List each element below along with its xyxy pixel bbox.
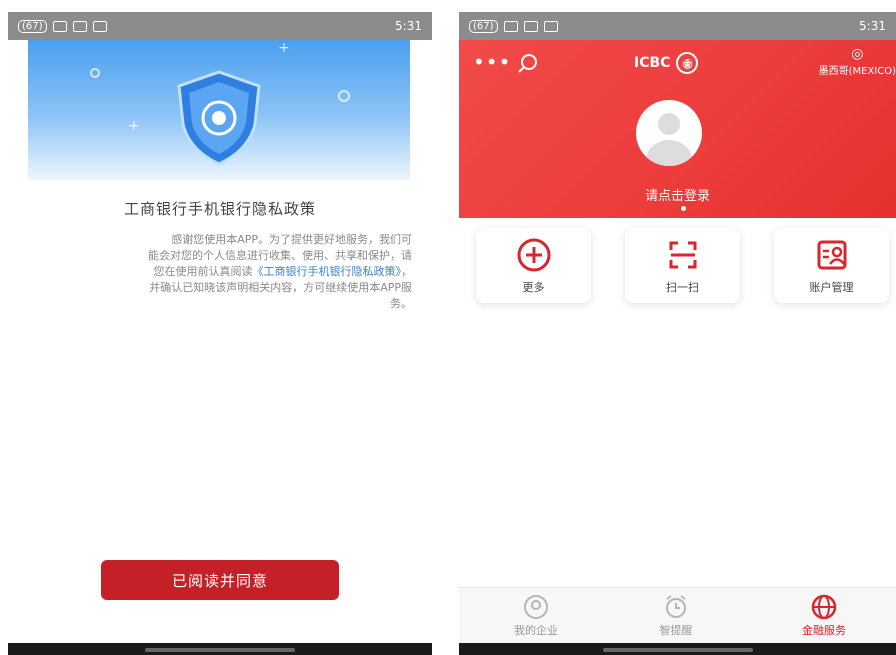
login-prompt[interactable]: 请点击登录 <box>459 185 896 204</box>
decor-plus: + <box>278 40 290 56</box>
decor-dot <box>90 68 100 78</box>
privacy-line: 务。 <box>390 297 412 310</box>
icbc-logo: ICBC ㊎ <box>634 52 699 74</box>
privacy-title: 工商银行手机银行隐私政策 <box>123 200 316 218</box>
privacy-line: 并确认已知晓该声明相关内容，方可继续使用本APP服 <box>149 281 412 294</box>
alarm-icon <box>666 595 686 618</box>
scan-icon <box>669 241 696 268</box>
location-pin-icon: ◎ <box>851 46 864 62</box>
decor-dot <box>338 90 350 102</box>
tab-smart-reminder[interactable]: 智提醒 <box>631 594 721 638</box>
avatar-body <box>646 140 692 166</box>
status-bar: (67) 5:31 <box>8 12 432 40</box>
account-manage-icon <box>817 240 846 269</box>
status-time: 5:31 <box>395 19 422 33</box>
privacy-policy-link[interactable]: 《工商银行手机银行隐私政策》 <box>253 265 402 278</box>
home-indicator[interactable] <box>602 648 753 652</box>
status-time: 5:31 <box>859 19 886 33</box>
tab-my-enterprise[interactable]: 我的企业 <box>491 594 581 638</box>
signal-icon <box>52 20 67 32</box>
privacy-line-prefix: 您在使用前认真阅读 <box>153 265 253 278</box>
account-header: ••• ICBC ㊎ ◎ 墨西哥(MEXICO) 请点击登录 <box>459 40 896 218</box>
status-bar: (67) 5:31 <box>459 12 896 40</box>
logo-badge-icon: ㊎ <box>676 52 699 74</box>
tab-financial-services[interactable]: 金融服务 <box>779 594 869 638</box>
status-icons: (67) <box>18 19 107 33</box>
quick-actions: 更多 扫一扫 账户管理 <box>459 228 896 303</box>
logo-text: ICBC <box>634 55 671 71</box>
alarm-status-icon <box>543 20 558 32</box>
tab-label: 智提醒 <box>659 624 693 637</box>
pager-dot <box>681 206 686 211</box>
tab-label: 金融服务 <box>802 624 846 637</box>
shield-icon <box>173 68 265 168</box>
quick-action-label: 账户管理 <box>809 280 854 294</box>
privacy-body: 感谢您使用本APP。为了提供更好地服务，我们可 能会对您的个人信息进行收集、使用… <box>28 232 412 312</box>
quick-action-label: 扫一扫 <box>666 280 699 294</box>
home-indicator[interactable] <box>145 648 295 652</box>
search-icon[interactable] <box>517 52 539 74</box>
status-icons: (67) <box>469 19 558 33</box>
alarm-status-icon <box>92 20 107 32</box>
quick-action-more[interactable]: 更多 <box>476 228 591 303</box>
user-circle-icon <box>524 595 548 619</box>
system-nav-bar <box>8 643 432 655</box>
wifi-icon <box>72 20 87 32</box>
region-selector[interactable]: ◎ 墨西哥(MEXICO) <box>819 46 896 77</box>
tab-label: 我的企业 <box>514 624 558 637</box>
quick-action-account[interactable]: 账户管理 <box>774 228 889 303</box>
privacy-line: 您在使用前认真阅读《工商银行手机银行隐私政策》， <box>28 264 413 280</box>
quick-action-scan[interactable]: 扫一扫 <box>625 228 740 303</box>
signal-icon <box>503 20 518 32</box>
globe-icon <box>811 594 837 620</box>
avatar[interactable] <box>636 100 702 166</box>
bottom-tab-bar: 我的企业 智提醒 金融服务 <box>459 587 896 643</box>
privacy-line-suffix: ， <box>401 265 412 278</box>
home-screen: (67) 5:31 ••• ICBC ㊎ ◎ 墨西哥(MEXICO) 请点击登录 <box>459 0 896 655</box>
system-nav-bar <box>459 643 896 655</box>
wifi-icon <box>523 20 538 32</box>
quick-action-label: 更多 <box>522 280 545 294</box>
privacy-hero-banner: + + <box>28 40 410 180</box>
plus-circle-icon <box>517 238 550 271</box>
agree-button[interactable]: 已阅读并同意 <box>101 560 339 600</box>
privacy-line: 能会对您的个人信息进行收集、使用、共享和保护，请 <box>148 249 412 262</box>
battery-indicator: (67) <box>18 19 47 33</box>
more-menu-icon[interactable]: ••• <box>473 50 511 74</box>
avatar-head <box>658 113 680 135</box>
region-label: 墨西哥(MEXICO) <box>818 66 896 77</box>
decor-plus: + <box>128 118 140 134</box>
privacy-line: 感谢您使用本APP。为了提供更好地服务，我们可 <box>171 233 412 246</box>
battery-indicator: (67) <box>469 19 498 33</box>
privacy-screen: (67) 5:31 + + 工商银行手机银行隐私政策 感谢您使用本APP。为了提… <box>8 0 432 655</box>
